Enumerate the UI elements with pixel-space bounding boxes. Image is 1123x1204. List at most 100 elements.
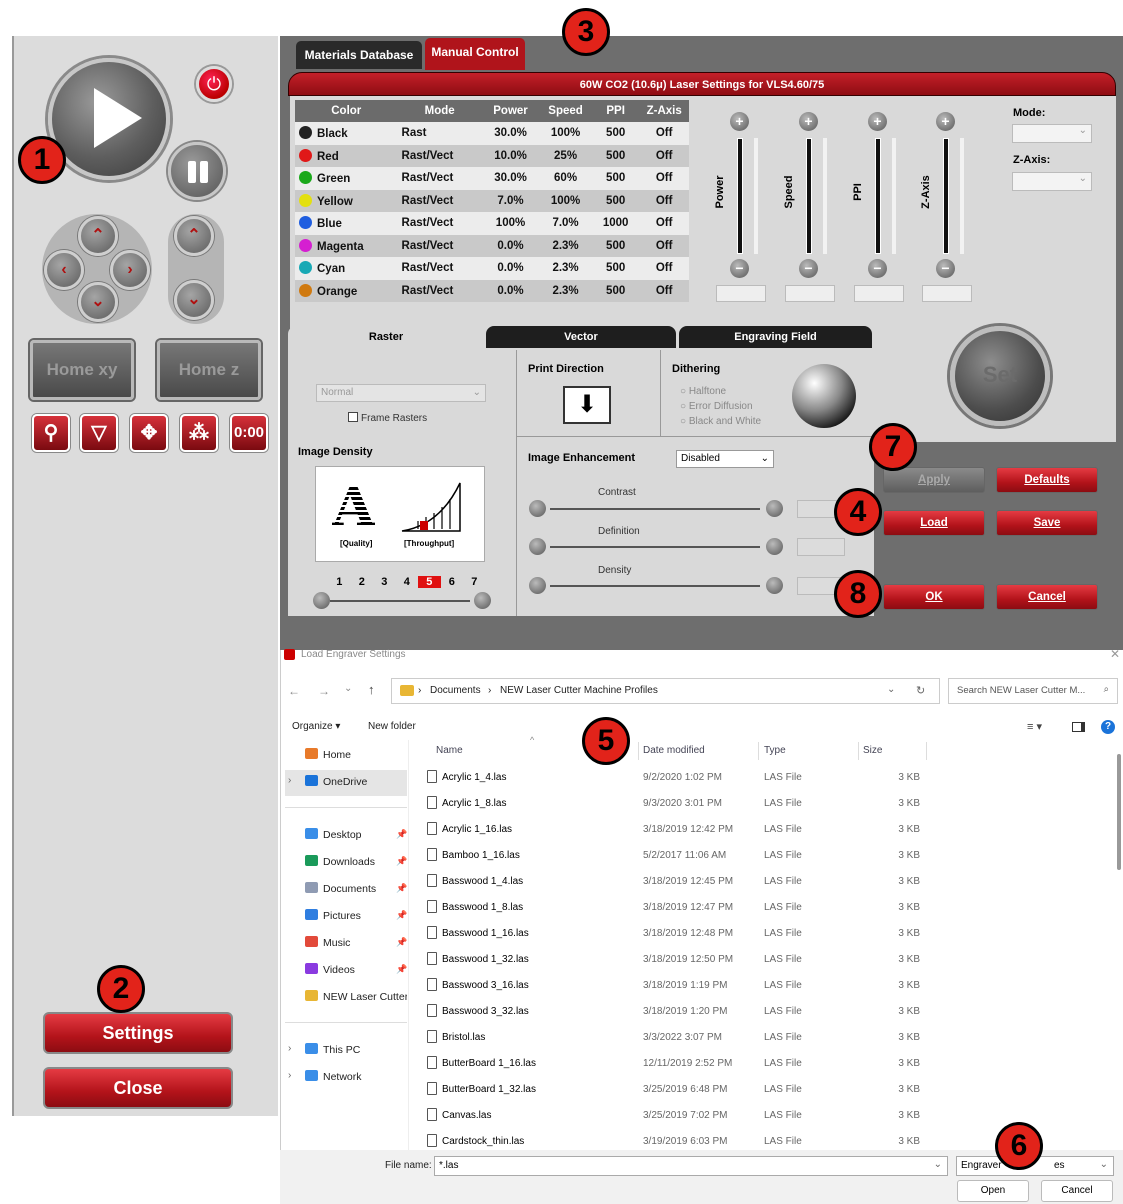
dialog-cancel-button[interactable]: Cancel xyxy=(1041,1180,1113,1202)
zaxis-plus-icon[interactable]: + xyxy=(936,112,955,131)
speed-value-field[interactable] xyxy=(785,285,835,302)
file-row[interactable]: Basswood 3_16.las 3/18/2019 1:19 PM LAS Fi… xyxy=(420,978,940,1004)
nav-item[interactable]: OneDrive xyxy=(305,775,407,788)
nav-item[interactable]: Desktop xyxy=(305,828,407,841)
back-arrow-icon[interactable]: ← xyxy=(288,684,300,698)
definition-left-knob[interactable] xyxy=(529,538,546,555)
mode-select[interactable]: ⌄ xyxy=(1012,124,1092,143)
help-icon[interactable]: ? xyxy=(1101,720,1115,734)
col-size-header[interactable]: Size xyxy=(863,745,882,756)
table-row[interactable]: Cyan Rast/Vect 0.0% 2.3% 500 Off xyxy=(295,257,689,280)
density-left-knob[interactable] xyxy=(313,592,330,609)
z-down-arrow-icon[interactable]: ⌄ xyxy=(174,280,214,320)
power-plus-icon[interactable]: + xyxy=(730,112,749,131)
file-row[interactable]: Basswood 3_32.las 3/18/2019 1:20 PM LAS Fi… xyxy=(420,1004,940,1030)
nav-item[interactable]: This PC xyxy=(305,1043,407,1056)
preview-pane-icon[interactable] xyxy=(1072,722,1085,732)
tab-vector[interactable]: Vector xyxy=(486,326,676,349)
table-row[interactable]: Red Rast/Vect 10.0% 25% 500 Off xyxy=(295,144,689,167)
open-button[interactable]: Open xyxy=(957,1180,1029,1202)
pause-button[interactable] xyxy=(168,142,226,200)
print-direction-icon[interactable]: ⬇ xyxy=(563,386,611,424)
save-button[interactable]: Save xyxy=(996,510,1098,536)
zaxis-value-field[interactable] xyxy=(922,285,972,302)
file-row[interactable]: Basswood 1_32.las 3/18/2019 12:50 PM LAS F… xyxy=(420,952,940,978)
tab-materials-database[interactable]: Materials Database xyxy=(296,41,422,69)
definition-track[interactable] xyxy=(550,546,760,548)
table-row[interactable]: Black Rast 30.0% 100% 500 Off xyxy=(295,122,689,145)
timer-icon[interactable]: 0:00 xyxy=(230,414,268,452)
table-row[interactable]: Blue Rast/Vect 100% 7.0% 1000 Off xyxy=(295,212,689,235)
error-diffusion-radio[interactable]: ○ Error Diffusion xyxy=(680,401,753,412)
settings-button[interactable]: Settings xyxy=(43,1012,233,1054)
nav-item[interactable]: Downloads xyxy=(305,855,407,868)
file-row[interactable]: Basswood 1_4.las 3/18/2019 12:45 PM LAS Fi… xyxy=(420,874,940,900)
up-folder-icon[interactable]: ↑ xyxy=(368,682,375,697)
home-z-button[interactable]: Home z xyxy=(157,340,261,400)
view-menu-icon[interactable]: ≡ ▾ xyxy=(1027,720,1042,733)
power-minus-icon[interactable]: − xyxy=(730,259,749,278)
power-slider-track[interactable] xyxy=(737,138,743,254)
ppi-plus-icon[interactable]: + xyxy=(868,112,887,131)
nav-item[interactable]: Home xyxy=(305,748,407,761)
file-row[interactable]: Bristol.las 3/3/2022 3:07 PM LAS File 3 KB xyxy=(420,1030,940,1056)
close-button[interactable]: Close xyxy=(43,1067,233,1109)
z-up-arrow-icon[interactable]: ⌃ xyxy=(174,216,214,256)
density-step-2[interactable]: 2 xyxy=(351,576,374,588)
forward-arrow-icon[interactable]: → xyxy=(318,684,330,698)
density-enh-right-knob[interactable] xyxy=(766,577,783,594)
down-arrow-icon[interactable]: ⌄ xyxy=(78,282,118,322)
col-name-header[interactable]: Name xyxy=(436,745,463,756)
file-row[interactable]: ButterBoard 1_32.las 3/25/2019 6:48 PM LAS… xyxy=(420,1082,940,1108)
zaxis-slider-track[interactable] xyxy=(943,138,949,254)
raster-mode-select[interactable]: Normal ⌄ xyxy=(316,384,486,402)
black-and-white-radio[interactable]: ○ Black and White xyxy=(680,416,761,427)
contrast-right-knob[interactable] xyxy=(766,500,783,517)
move-icon[interactable]: ✥ xyxy=(130,414,168,452)
density-step-7[interactable]: 7 xyxy=(463,576,486,588)
zoom-icon[interactable]: ⚲ xyxy=(32,414,70,452)
table-row[interactable]: Green Rast/Vect 30.0% 60% 500 Off xyxy=(295,167,689,190)
density-track[interactable] xyxy=(330,600,470,602)
density-step-4[interactable]: 4 xyxy=(396,576,419,588)
table-row[interactable]: Magenta Rast/Vect 0.0% 2.3% 500 Off xyxy=(295,234,689,257)
tab-manual-control[interactable]: Manual Control xyxy=(425,38,525,70)
expand-chevron-icon[interactable]: › xyxy=(288,1070,291,1081)
home-xy-button[interactable]: Home xy xyxy=(30,340,134,400)
breadcrumb-folder[interactable]: NEW Laser Cutter Machine Profiles xyxy=(500,685,658,696)
density-step-5[interactable]: 5 xyxy=(418,576,441,588)
focus-icon[interactable]: ▽ xyxy=(80,414,118,452)
density-enh-track[interactable] xyxy=(550,585,760,587)
file-row[interactable]: ButterBoard 1_16.las 12/11/2019 2:52 PM LA… xyxy=(420,1056,940,1082)
expand-chevron-icon[interactable]: › xyxy=(288,775,291,786)
scrollbar[interactable] xyxy=(1117,754,1121,870)
file-row[interactable]: Acrylic 1_8.las 9/3/2020 3:01 PM LAS File 3… xyxy=(420,796,940,822)
filename-input[interactable]: *.las ⌄ xyxy=(434,1156,948,1176)
definition-right-knob[interactable] xyxy=(766,538,783,555)
col-date-header[interactable]: Date modified xyxy=(643,745,705,756)
speed-slider-track[interactable] xyxy=(806,138,812,254)
halftone-radio[interactable]: ○ Halftone xyxy=(680,386,726,397)
organize-button[interactable]: Organize ▾ xyxy=(292,721,340,732)
power-button[interactable]: ⏻ xyxy=(196,66,232,102)
zaxis-select[interactable]: ⌄ xyxy=(1012,172,1092,191)
expand-chevron-icon[interactable]: › xyxy=(288,1043,291,1054)
right-arrow-icon[interactable]: › xyxy=(110,250,150,290)
cancel-button[interactable]: Cancel xyxy=(996,584,1098,610)
file-row[interactable]: Bamboo 1_16.las 5/2/2017 11:06 AM LAS File… xyxy=(420,848,940,874)
load-button[interactable]: Load xyxy=(883,510,985,536)
contrast-left-knob[interactable] xyxy=(529,500,546,517)
tab-engraving-field[interactable]: Engraving Field xyxy=(679,326,872,349)
apply-button[interactable]: Apply xyxy=(883,467,985,493)
new-folder-button[interactable]: New folder xyxy=(368,721,416,732)
file-row[interactable]: Acrylic 1_4.las 9/2/2020 1:02 PM LAS File 3… xyxy=(420,770,940,796)
density-right-knob[interactable] xyxy=(474,592,491,609)
ppi-minus-icon[interactable]: − xyxy=(868,259,887,278)
file-row[interactable]: Acrylic 1_16.las 3/18/2019 12:42 PM LAS Fi… xyxy=(420,822,940,848)
ppi-slider-track[interactable] xyxy=(875,138,881,254)
nav-item[interactable]: Music xyxy=(305,936,407,949)
pattern-icon[interactable]: ⁂ xyxy=(180,414,218,452)
up-arrow-icon[interactable]: ⌃ xyxy=(78,216,118,256)
table-row[interactable]: Orange Rast/Vect 0.0% 2.3% 500 Off xyxy=(295,279,689,302)
ok-button[interactable]: OK xyxy=(883,584,985,610)
